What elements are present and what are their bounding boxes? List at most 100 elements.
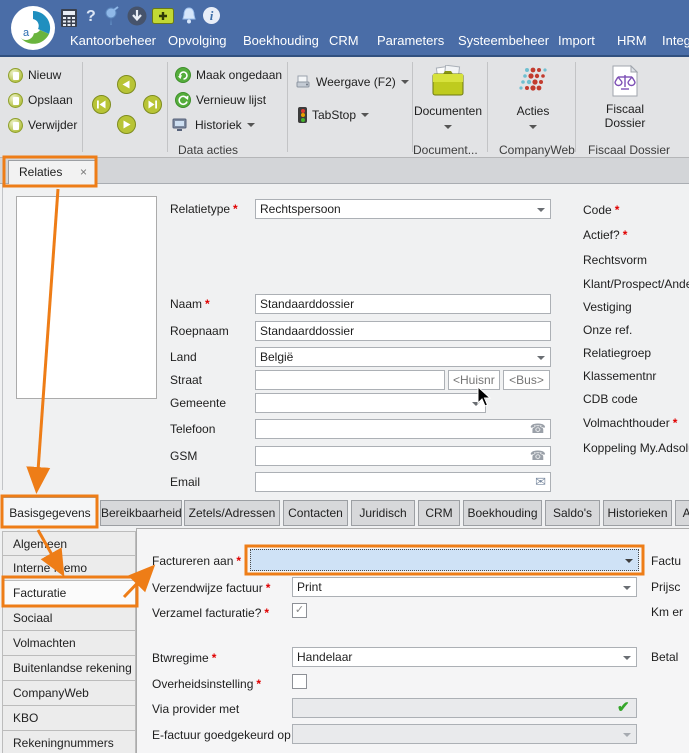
sidebar-item-algemeen[interactable]: Algemeen xyxy=(2,531,136,556)
first-record-button[interactable] xyxy=(92,95,111,114)
top-bar: a ? i Kantoorb xyxy=(0,0,689,57)
menu-crm[interactable]: CRM xyxy=(329,33,359,48)
verzamel-facturatie-checkbox[interactable]: ✓ xyxy=(292,603,307,618)
calculator-icon[interactable] xyxy=(61,9,77,27)
tab-historieken[interactable]: Historieken xyxy=(603,500,672,526)
save-button[interactable]: Opslaan xyxy=(8,90,73,110)
sidebar-item-volmachten[interactable]: Volmachten xyxy=(2,631,136,656)
bell-icon[interactable] xyxy=(180,6,198,26)
menu-parameters[interactable]: Parameters xyxy=(377,33,444,48)
chevron-down-icon[interactable] xyxy=(537,208,545,212)
new-button[interactable]: Nieuw xyxy=(8,65,61,85)
telefoon-field[interactable]: ☎ xyxy=(255,419,551,439)
land-label: Land xyxy=(170,350,197,364)
btwregime-combobox[interactable]: Handelaar xyxy=(292,647,637,667)
actions-button[interactable]: Acties xyxy=(496,65,570,132)
tab-bereikbaarheid[interactable]: Bereikbaarheid xyxy=(100,500,182,526)
sidebar-item-kbo[interactable]: KBO xyxy=(2,706,136,731)
last-record-button[interactable] xyxy=(143,95,162,114)
documents-button[interactable]: Documenten xyxy=(411,65,485,132)
cdb-code-label: CDB code xyxy=(583,392,638,406)
verzendwijze-label: Verzendwijze factuur* xyxy=(152,581,270,595)
gsm-field[interactable]: ☎ xyxy=(255,446,551,466)
sidebar-item-companyweb[interactable]: CompanyWeb xyxy=(2,681,136,706)
group-label-data-acties: Data acties xyxy=(178,143,238,157)
tab-relaties[interactable]: Relaties × xyxy=(8,160,96,184)
btwregime-label: Btwregime* xyxy=(152,651,216,665)
delete-button[interactable]: Verwijder xyxy=(8,115,77,135)
view-f2-button[interactable]: Weergave (F2) xyxy=(296,72,409,92)
undo-icon xyxy=(175,67,191,83)
info-icon[interactable]: i xyxy=(203,7,220,24)
menu-kantoorbeheer[interactable]: Kantoorbeheer xyxy=(70,33,156,48)
undo-button[interactable]: Maak ongedaan xyxy=(175,65,282,85)
history-icon xyxy=(172,118,190,133)
sidebar-item-sociaal[interactable]: Sociaal xyxy=(2,606,136,631)
refresh-list-button[interactable]: Vernieuw lijst xyxy=(175,90,266,110)
close-icon[interactable]: × xyxy=(80,165,87,179)
tab-agenda-cut[interactable]: Ag xyxy=(675,500,689,526)
chevron-down-icon xyxy=(401,80,409,84)
sidebar-item-interne-memo[interactable]: Interne Memo xyxy=(2,556,136,581)
factureren-aan-combobox[interactable] xyxy=(250,549,639,571)
straat-field[interactable] xyxy=(255,370,445,390)
overheidsinstelling-checkbox[interactable] xyxy=(292,674,307,689)
menu-integraties[interactable]: Integ xyxy=(662,33,689,48)
tab-basisgegevens[interactable]: Basisgegevens xyxy=(2,497,98,528)
download-circle-icon[interactable] xyxy=(127,6,147,26)
tab-saldos[interactable]: Saldo's xyxy=(545,500,600,526)
chevron-down-icon[interactable] xyxy=(623,586,631,590)
next-record-button[interactable] xyxy=(117,115,136,134)
menu-hrm[interactable]: HRM xyxy=(617,33,647,48)
naam-field[interactable] xyxy=(255,294,551,314)
via-provider-label: Via provider met xyxy=(152,702,239,716)
chevron-down-icon[interactable] xyxy=(625,559,633,563)
add-panel-icon[interactable] xyxy=(152,8,174,24)
roepnaam-field[interactable] xyxy=(255,321,551,341)
chevron-down-icon[interactable] xyxy=(623,656,631,660)
verzamel-facturatie-label: Verzamel facturatie?* xyxy=(152,606,269,620)
relation-photo-placeholder[interactable] xyxy=(16,196,157,399)
check-icon: ✓ xyxy=(295,604,304,616)
bus-field[interactable] xyxy=(503,370,550,390)
group-label-document: Document... xyxy=(413,143,478,157)
straat-label: Straat xyxy=(170,373,202,387)
sidebar-item-buitenlandse-rekening[interactable]: Buitenlandse rekening xyxy=(2,656,136,681)
naam-label: Naam* xyxy=(170,297,210,311)
koppeling-adsolut-label: Koppeling My.Adsolut. xyxy=(583,441,689,455)
tab-juridisch[interactable]: Juridisch xyxy=(351,500,415,526)
sidebar-item-rekeningnummers[interactable]: Rekeningnummers xyxy=(2,731,136,753)
fiscal-dossier-icon xyxy=(612,65,638,97)
pushpin-icon[interactable] xyxy=(103,6,121,26)
gemeente-combobox[interactable] xyxy=(255,393,486,413)
verzendwijze-combobox[interactable]: Print xyxy=(292,577,637,597)
previous-record-button[interactable] xyxy=(117,75,136,94)
tab-crm[interactable]: CRM xyxy=(418,500,460,526)
tab-boekhouding[interactable]: Boekhouding xyxy=(463,500,542,526)
menu-opvolging[interactable]: Opvolging xyxy=(168,33,227,48)
tabstop-button[interactable]: TabStop xyxy=(298,105,369,125)
email-field[interactable]: ✉ xyxy=(255,472,551,492)
menu-import[interactable]: Import xyxy=(558,33,595,48)
chevron-down-icon[interactable] xyxy=(537,356,545,360)
email-label: Email xyxy=(170,475,200,489)
history-button[interactable]: Historiek xyxy=(172,115,255,135)
land-combobox[interactable]: België xyxy=(255,347,551,367)
menu-systeembeheer[interactable]: Systeembeheer xyxy=(458,33,549,48)
chevron-down-icon[interactable] xyxy=(472,402,480,406)
tab-relaties-label: Relaties xyxy=(19,165,62,179)
telefoon-label: Telefoon xyxy=(170,422,215,436)
help-icon[interactable]: ? xyxy=(86,8,96,26)
relatietype-combobox[interactable]: Rechtspersoon xyxy=(255,199,551,219)
efactuur-goedgekeurd-label: E-factuur goedgekeurd op xyxy=(152,728,291,742)
delete-label: Verwijder xyxy=(28,118,77,132)
menu-boekhouding[interactable]: Boekhouding xyxy=(243,33,319,48)
tab-zetels-adressen[interactable]: Zetels/Adressen xyxy=(184,500,280,526)
sidebar-item-facturatie[interactable]: Facturatie xyxy=(2,581,136,606)
klassementnr-label: Klassementnr xyxy=(583,369,656,383)
fiscal-dossier-button[interactable]: Fiscaal Dossier xyxy=(588,65,662,130)
traffic-light-icon xyxy=(298,107,307,123)
document-tab-strip: Relaties × xyxy=(0,158,689,184)
tab-contacten[interactable]: Contacten xyxy=(283,500,348,526)
huisnr-field[interactable] xyxy=(448,370,500,390)
